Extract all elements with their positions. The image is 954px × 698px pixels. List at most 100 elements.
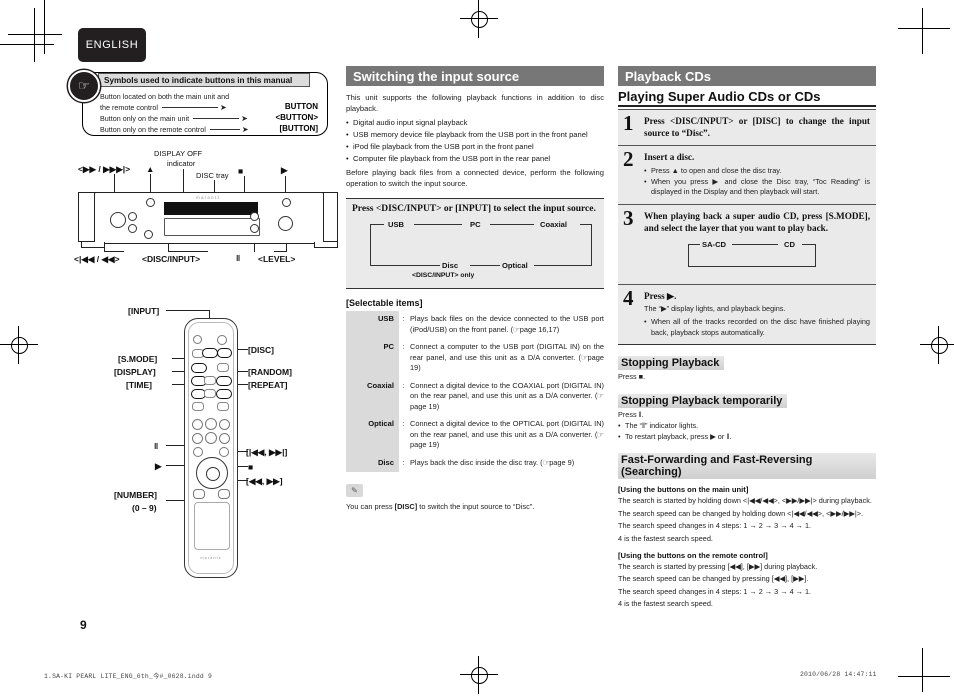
playback-cds-column: Playback CDs Playing Super Audio CDs or … xyxy=(618,66,876,610)
remote-up-button xyxy=(192,419,203,430)
unit-level-knob xyxy=(278,216,293,231)
remote-label-number: [NUMBER] xyxy=(114,490,157,500)
unit-foot-left xyxy=(81,242,105,248)
remote-clear-button xyxy=(217,363,229,372)
page-ref-icon: ☞ xyxy=(596,429,605,439)
selectable-item-desc: Plays back the disc inside the disc tray… xyxy=(408,455,604,473)
level-knob-label: <LEVEL> xyxy=(258,254,296,264)
remote-sleep-button xyxy=(193,447,203,457)
remote-volume-up-button xyxy=(219,419,230,430)
remote-label-stop: ■ xyxy=(248,462,254,472)
memo-text: You can press [DISC] to switch the input… xyxy=(346,501,604,512)
stopping-playback-heading: Stopping Playback xyxy=(618,356,725,370)
bullet-item: Digital audio input signal playback xyxy=(346,117,604,128)
remote-label-search: [◀◀, ▶▶] xyxy=(246,476,283,486)
bullet-item: To restart playback, press ▶ or ‖. xyxy=(618,432,876,443)
pointing-hand-icon: ☞ xyxy=(68,70,100,102)
remote-volume-down-button xyxy=(219,433,230,444)
stopping-temporarily-bullets: The “‖” indicator lights. To restart pla… xyxy=(618,421,876,442)
crop-mark-tr-h xyxy=(898,28,950,29)
playback-step: 2 Insert a disc. Press ▲ to open and clo… xyxy=(618,146,876,205)
remote-label-disc: [DISC] xyxy=(248,345,274,355)
stopping-playback-text: Press ■. xyxy=(618,372,646,381)
flow-arrow-line xyxy=(490,224,534,225)
flow-arrow-line xyxy=(688,265,816,267)
bullet-item: iPod file playback from the USB port in … xyxy=(346,141,604,152)
footer-timestamp: 2010/06/28 14:47:11 xyxy=(800,671,877,678)
crop-mark-br-v xyxy=(922,648,923,692)
remote-label-repeat: [REPEAT] xyxy=(248,380,288,390)
remote-down-button xyxy=(192,433,203,444)
table-row: Disc : Plays back the disc inside the di… xyxy=(346,454,604,473)
input-source-flow-diagram: USB PC Coaxial Disc Optical <DISC/INPUT>… xyxy=(352,220,598,280)
unit-forward-button xyxy=(128,212,137,221)
selectable-items-table: USB : Plays back files on the device con… xyxy=(346,311,604,472)
remote-search-fwd-button xyxy=(218,489,230,499)
remote-label-play: ▶ xyxy=(155,461,162,471)
remote-aux2-button xyxy=(217,402,229,411)
selectable-item-desc: Connect a digital device to the OPTICAL … xyxy=(408,416,604,455)
bullet-item: When you press ▶ and close the Disc tray… xyxy=(644,177,870,198)
page-ref: page 16,17) xyxy=(519,324,560,334)
registration-mark-top xyxy=(460,0,498,38)
switching-input-column: Switching the input source This unit sup… xyxy=(346,66,604,512)
remote-search-back-button xyxy=(193,489,205,499)
remote-aux1-button xyxy=(192,402,204,411)
step-sub-list: Press ▲ to open and close the disc tray.… xyxy=(644,166,870,198)
page-ref: page 19) xyxy=(410,401,440,411)
step-title: Insert a disc. xyxy=(644,152,695,162)
selectable-item-colon: : xyxy=(402,419,405,428)
flow-arrow-line xyxy=(591,224,592,265)
unit-eject-button xyxy=(146,198,155,207)
switching-input-bullets: Digital audio input signal playback USB … xyxy=(346,117,604,164)
selectable-item-desc: Plays back files on the device connected… xyxy=(408,311,604,339)
switching-input-outro: Before playing back files from a connect… xyxy=(346,168,604,188)
remote-label-random: [RANDOM] xyxy=(248,367,292,377)
stopping-temporarily-text: Press ‖. xyxy=(618,409,644,419)
symbols-row-tag: [BUTTON] xyxy=(279,124,318,133)
flow-arrow-line xyxy=(688,243,689,266)
registration-mark-bottom xyxy=(460,656,498,694)
searching-main-line: The search speed can be changed by holdi… xyxy=(618,508,864,518)
remote-enter-button xyxy=(205,432,217,444)
symbols-callout-title: Symbols used to indicate buttons in this… xyxy=(98,73,310,87)
remote-prog-button xyxy=(204,389,216,398)
stopping-playback-block: Stopping Playback xyxy=(618,356,876,370)
selectable-item-colon: : xyxy=(402,380,405,390)
page-ref-icon: ☞ xyxy=(596,391,605,400)
crop-mark-tl-h xyxy=(8,34,62,35)
playback-step: 1 Press <DISC/INPUT> or [DISC] to change… xyxy=(618,109,876,146)
remote-navigation-pad xyxy=(196,457,228,489)
selectable-item-colon: : xyxy=(402,457,405,467)
stopping-temp-block: Stopping Playback temporarily xyxy=(618,393,876,408)
remote-label-number-range: (0 – 9) xyxy=(132,503,157,513)
page-number: 9 xyxy=(80,618,87,632)
remote-repeat-button xyxy=(216,389,232,399)
unit-foot-right xyxy=(314,242,338,248)
remote-label-display: [DISPLAY] xyxy=(114,367,156,377)
step-number: 2 xyxy=(623,147,634,171)
remote-mode-button xyxy=(204,376,216,385)
registration-mark-right xyxy=(920,326,954,364)
selectable-item-key: Optical xyxy=(346,416,399,455)
table-row: Coaxial : Connect a digital device to th… xyxy=(346,377,605,416)
leader-line xyxy=(274,251,287,252)
symbols-callout-rows: Button located on both the main unit and… xyxy=(100,92,318,136)
unit-pause-button xyxy=(250,224,259,233)
step-note: The “▶” display lights, and playback beg… xyxy=(644,303,786,313)
memo-text-after: to switch the input source to “Disc”. xyxy=(417,502,535,511)
crop-mark-br-h xyxy=(898,676,950,677)
memo-bold-key: [DISC] xyxy=(394,502,418,511)
leader-line xyxy=(166,310,210,311)
flow-arrow-line xyxy=(370,224,371,266)
symbols-row-text: the remote control xyxy=(100,103,158,113)
selectable-item-key: Coaxial xyxy=(346,377,399,416)
memo-note: ✎ You can press [DISC] to switch the inp… xyxy=(346,484,604,512)
searching-main-line: The search speed changes in 4 steps: 1 →… xyxy=(618,521,812,531)
symbols-row-text: Button only on the main unit xyxy=(100,114,190,124)
remote-control-body: marantz xyxy=(184,318,238,578)
page-ref-icon: ☞ xyxy=(512,324,521,334)
selectable-item-desc: Connect a computer to the USB port (DIGI… xyxy=(408,339,604,378)
selectable-item-key: PC xyxy=(346,339,399,378)
bullet-item: USB memory device file playback from the… xyxy=(346,129,604,140)
